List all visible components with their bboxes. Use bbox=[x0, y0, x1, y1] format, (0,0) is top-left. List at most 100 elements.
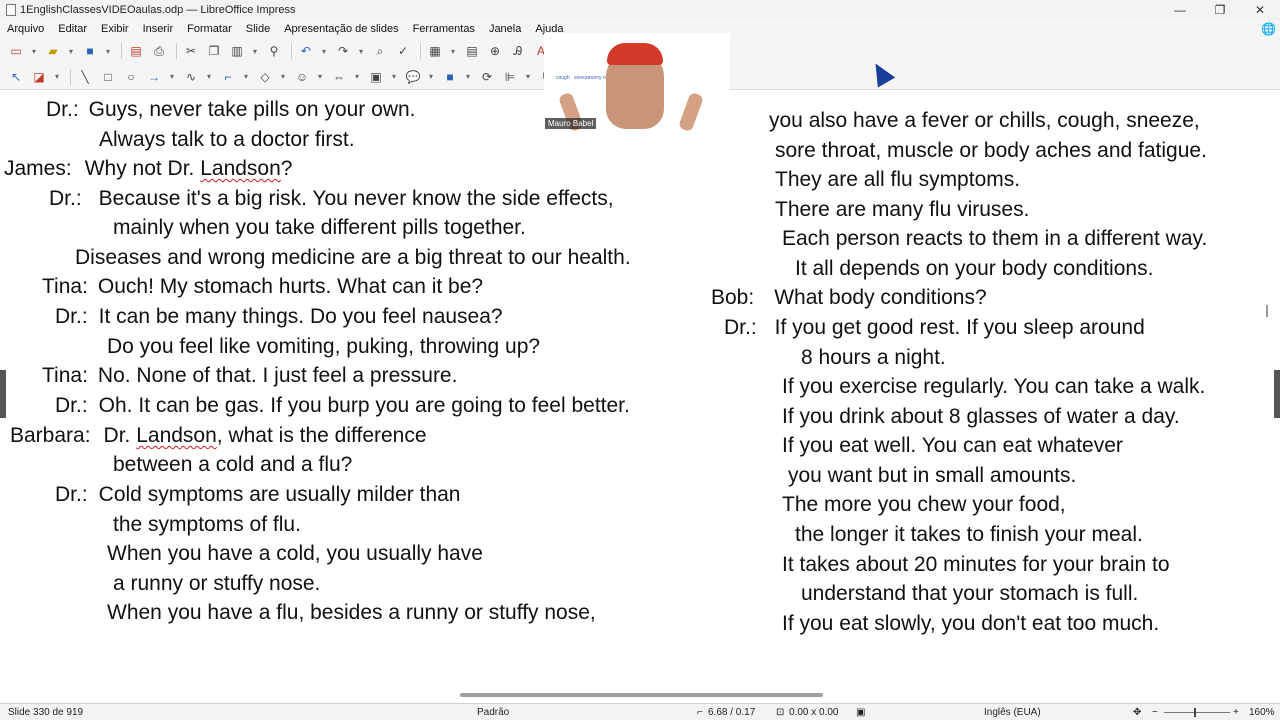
zoom-level[interactable]: 160% bbox=[1249, 707, 1275, 718]
menu-editar[interactable]: Editar bbox=[51, 23, 94, 35]
menu-arquivo[interactable]: Arquivo bbox=[0, 23, 51, 35]
redo-icon[interactable]: ↷ bbox=[333, 41, 353, 61]
symbol-shapes-dropdown-icon[interactable]: ▾ bbox=[315, 67, 325, 87]
presenter-cap bbox=[607, 43, 663, 65]
document-modified-icon[interactable]: ▣ bbox=[856, 707, 865, 718]
3d-dropdown-icon[interactable]: ▾ bbox=[463, 67, 473, 87]
flowchart-dropdown-icon[interactable]: ▾ bbox=[389, 67, 399, 87]
dialogue-text: Cold symptoms are usually milder than bbox=[98, 483, 461, 506]
speaker-label: Tina: bbox=[42, 275, 88, 298]
new-document-icon[interactable]: ▭ bbox=[6, 41, 26, 61]
spelling-icon[interactable]: ✓ bbox=[393, 41, 413, 61]
new-dropdown-icon[interactable]: ▾ bbox=[29, 41, 39, 61]
right-panel-handle[interactable] bbox=[1274, 370, 1280, 418]
export-pdf-icon[interactable]: ▤ bbox=[126, 41, 146, 61]
save-dropdown-icon[interactable]: ▾ bbox=[103, 41, 113, 61]
horizontal-scrollbar[interactable] bbox=[460, 693, 823, 697]
mini-label: sneeze bbox=[574, 75, 591, 81]
align-dropdown-icon[interactable]: ▾ bbox=[523, 67, 533, 87]
menu-inserir[interactable]: Inserir bbox=[136, 23, 181, 35]
spelling-flagged-word[interactable]: Landson bbox=[136, 424, 217, 447]
impress-app-icon bbox=[6, 4, 16, 16]
rotate-icon[interactable]: ⟳ bbox=[477, 67, 497, 87]
ellipse-icon[interactable]: ○ bbox=[121, 67, 141, 87]
flowchart-icon[interactable]: ▣ bbox=[366, 67, 386, 87]
menu-ferramentas[interactable]: Ferramentas bbox=[406, 23, 482, 35]
dialogue-line: between a cold and a flu? bbox=[113, 453, 353, 476]
language-indicator[interactable]: Inglês (EUA) bbox=[984, 707, 1041, 718]
print-icon[interactable]: ⎙ bbox=[149, 41, 169, 61]
speaker-label: James: bbox=[4, 157, 72, 180]
line-icon[interactable]: ╲ bbox=[75, 67, 95, 87]
vertical-scroll-mark[interactable] bbox=[1266, 305, 1268, 317]
spelling-flagged-word[interactable]: Landson bbox=[200, 157, 281, 180]
arrow-line-icon[interactable]: → bbox=[144, 67, 164, 87]
presenter-video-overlay[interactable]: cough sneeze runny nose Mauro Babel bbox=[544, 33, 730, 131]
connector-icon[interactable]: ⌐ bbox=[218, 67, 238, 87]
master-slide-name[interactable]: Padrão bbox=[477, 707, 509, 718]
zoom-slider[interactable] bbox=[1164, 712, 1230, 713]
close-button[interactable]: ✕ bbox=[1240, 3, 1280, 17]
menu-exibir[interactable]: Exibir bbox=[94, 23, 136, 35]
speaker-label: Bob: bbox=[711, 286, 755, 309]
grid-dropdown-icon[interactable]: ▾ bbox=[448, 41, 458, 61]
slide-canvas[interactable]: Dr.: Guys, never take pills on your own. … bbox=[0, 91, 1280, 703]
menu-slide[interactable]: Slide bbox=[239, 23, 277, 35]
dialogue-text: What body conditions? bbox=[774, 286, 987, 309]
lines-dropdown-icon[interactable]: ▾ bbox=[167, 67, 177, 87]
dialogue-text: , what is the difference bbox=[216, 424, 427, 447]
toolbar-separator bbox=[291, 43, 292, 59]
insert-textbox-icon[interactable]: ▤ bbox=[462, 41, 482, 61]
paste-icon[interactable]: ▥ bbox=[227, 41, 247, 61]
maximize-button[interactable]: ❐ bbox=[1200, 3, 1240, 17]
symbol-shapes-icon[interactable]: ☺ bbox=[292, 67, 312, 87]
block-arrows-dropdown-icon[interactable]: ▾ bbox=[352, 67, 362, 87]
fill-color-icon[interactable]: ◪ bbox=[29, 67, 49, 87]
block-arrows-icon[interactable]: ⇔ bbox=[329, 67, 349, 87]
rectangle-icon[interactable]: □ bbox=[98, 67, 118, 87]
globe-icon[interactable]: 🌐 bbox=[1261, 22, 1276, 36]
left-panel-handle[interactable] bbox=[0, 370, 6, 418]
window-title: 1EnglishClassesVIDEOaulas.odp — LibreOff… bbox=[20, 4, 296, 16]
dialogue-line: When you have a cold, you usually have bbox=[107, 542, 483, 565]
3d-objects-icon[interactable]: ■ bbox=[440, 67, 460, 87]
save-icon[interactable]: ■ bbox=[80, 41, 100, 61]
select-arrow-icon[interactable]: ↖ bbox=[6, 67, 26, 87]
redo-dropdown-icon[interactable]: ▾ bbox=[356, 41, 366, 61]
menu-apresentacao[interactable]: Apresentação de slides bbox=[277, 23, 405, 35]
speaker-label: Dr.: bbox=[55, 305, 88, 328]
minimize-button[interactable]: — bbox=[1160, 3, 1200, 17]
basic-shapes-icon[interactable]: ◇ bbox=[255, 67, 275, 87]
fontwork-icon[interactable]: Ꭿ bbox=[508, 41, 528, 61]
dialogue-text: It can be many things. Do you feel nause… bbox=[98, 305, 503, 328]
insert-hyperlink-icon[interactable]: ⊕ bbox=[485, 41, 505, 61]
find-replace-icon[interactable]: ⌕ bbox=[370, 41, 390, 61]
menu-janela[interactable]: Janela bbox=[482, 23, 528, 35]
basic-shapes-dropdown-icon[interactable]: ▾ bbox=[278, 67, 288, 87]
speaker-label: Dr.: bbox=[55, 483, 88, 506]
dialogue-line: you also have a fever or chills, cough, … bbox=[769, 109, 1200, 132]
curve-icon[interactable]: ∿ bbox=[181, 67, 201, 87]
curve-dropdown-icon[interactable]: ▾ bbox=[204, 67, 214, 87]
callout-dropdown-icon[interactable]: ▾ bbox=[426, 67, 436, 87]
display-grid-icon[interactable]: ▦ bbox=[425, 41, 445, 61]
align-icon[interactable]: ⊫ bbox=[500, 67, 520, 87]
dialogue-line: There are many flu viruses. bbox=[775, 198, 1030, 221]
clone-formatting-icon[interactable]: ⚲ bbox=[264, 41, 284, 61]
zoom-in-button[interactable]: + bbox=[1233, 707, 1239, 718]
open-folder-icon[interactable]: ▰ bbox=[43, 41, 63, 61]
fit-slide-icon[interactable]: ✥ bbox=[1133, 707, 1141, 718]
connector-dropdown-icon[interactable]: ▾ bbox=[241, 67, 251, 87]
copy-icon[interactable]: ❐ bbox=[204, 41, 224, 61]
callout-icon[interactable]: 💬 bbox=[403, 67, 423, 87]
open-dropdown-icon[interactable]: ▾ bbox=[66, 41, 76, 61]
menu-formatar[interactable]: Formatar bbox=[180, 23, 239, 35]
dialogue-line: Dr.: It can be many things. Do you feel n… bbox=[55, 305, 503, 329]
fill-dropdown-icon[interactable]: ▾ bbox=[52, 67, 62, 87]
zoom-slider-thumb[interactable] bbox=[1194, 708, 1196, 717]
zoom-out-button[interactable]: − bbox=[1152, 707, 1158, 718]
undo-dropdown-icon[interactable]: ▾ bbox=[319, 41, 329, 61]
paste-dropdown-icon[interactable]: ▾ bbox=[250, 41, 260, 61]
cut-icon[interactable]: ✂ bbox=[181, 41, 201, 61]
undo-icon[interactable]: ↶ bbox=[296, 41, 316, 61]
